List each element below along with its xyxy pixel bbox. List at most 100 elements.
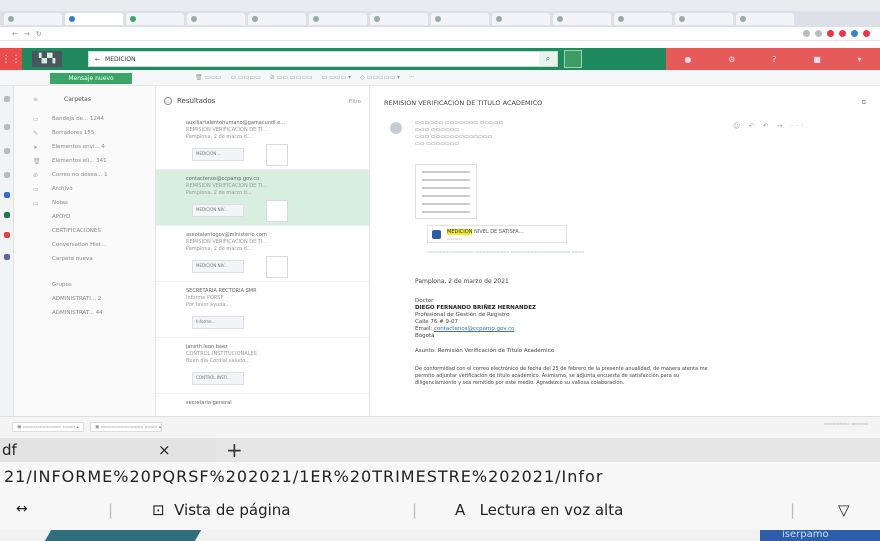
- reload-icon[interactable]: ↻: [36, 30, 42, 38]
- back-icon[interactable]: ←: [12, 30, 18, 38]
- show-all-button[interactable]: ▭▭▭▭▭▭ ▭▭▭▭: [824, 422, 868, 427]
- notifications-icon[interactable]: ■: [813, 55, 821, 64]
- folder-item[interactable]: Elementos eli... 341: [52, 158, 107, 164]
- browser-tab[interactable]: [736, 13, 794, 25]
- tab-favicon-icon: [496, 16, 502, 22]
- page-view-button[interactable]: ⊡ Vista de página: [152, 501, 291, 519]
- downloads-bar: ▣ ▭▭▭▭▭▭▭▭▭ ▭▭▭ ▴ ▣ ▭▭▭▭▭▭▭▭▭▭ ▭▭▭ ▴ ▭▭▭…: [0, 416, 880, 438]
- new-tab-icon[interactable]: +: [226, 438, 243, 462]
- more-button[interactable]: ···: [409, 74, 415, 81]
- message-item[interactable]: secretaria general: [156, 394, 369, 416]
- edge-tab-label: df: [2, 441, 17, 459]
- help-icon[interactable]: ?: [772, 55, 776, 64]
- folder-item[interactable]: ADMINISTRATI... 2: [52, 296, 101, 302]
- folder-item[interactable]: Borradores 155: [52, 130, 94, 136]
- search-icon[interactable]: ⌕: [539, 52, 557, 66]
- message-from: aseotalentogov@ministerio.com: [186, 232, 267, 238]
- attachment-preview-image[interactable]: [415, 164, 477, 219]
- collapse-icon[interactable]: ≡: [33, 96, 38, 103]
- settings-icon[interactable]: ⚙: [728, 55, 735, 64]
- filter-button[interactable]: Filtro: [349, 99, 361, 105]
- archive-button[interactable]: ▭ ▭▭▭▭: [231, 74, 261, 81]
- email-link[interactable]: contactenos@ccpamp.gov.co: [434, 326, 515, 332]
- folder-item[interactable]: Notas: [52, 200, 68, 206]
- browser-tab[interactable]: [492, 13, 550, 25]
- read-aloud-button[interactable]: A Lectura en voz alta: [455, 501, 623, 519]
- edge-tab[interactable]: df ×: [0, 438, 216, 462]
- folder-item[interactable]: ADMINISTRAT... 44: [52, 310, 103, 316]
- profile-icon[interactable]: ▾: [858, 55, 862, 64]
- tab-favicon-icon: [313, 16, 319, 22]
- header-actions: ● ⚙ ? ■ ▾: [666, 48, 880, 70]
- folder-item[interactable]: Correo no desea... 1: [52, 172, 108, 178]
- browser-tab[interactable]: [553, 13, 611, 25]
- app-launcher-icon[interactable]: ⋮⋮: [0, 48, 22, 70]
- message-from: secretaria general: [186, 400, 232, 406]
- message-attachment[interactable]: MEDICION ...: [192, 148, 244, 161]
- message-attachment[interactable]: CONTROL INSTI...: [192, 372, 244, 385]
- calendar-icon[interactable]: [4, 124, 10, 130]
- people-icon[interactable]: [4, 148, 10, 154]
- message-item[interactable]: contactenos@ccpamp.gov.co REMISION VERIFI…: [156, 170, 369, 226]
- attachment-links[interactable]: ▭▭▭▭▭▭▭▭▭▭▭ ▭▭▭▭▭▭▭▭ ▭▭▭▭▭▭▭▭▭▭▭▭▭▭ ▭▭▭: [427, 250, 584, 255]
- folder-item[interactable]: Grupos: [52, 282, 72, 288]
- delete-button[interactable]: 🗑 ▭▭▭: [195, 74, 222, 81]
- message-item[interactable]: auxiliartalentohumano@gamacundi.e... REMI…: [156, 114, 369, 170]
- powerpoint-icon[interactable]: [4, 232, 10, 238]
- message-item[interactable]: janeth leon baez CONTROL INSTITUCIONALES B…: [156, 338, 369, 394]
- select-all-checkbox[interactable]: [164, 97, 172, 105]
- browser-tab[interactable]: [675, 13, 733, 25]
- close-tab-icon[interactable]: ×: [158, 438, 171, 462]
- word-icon[interactable]: [4, 192, 10, 198]
- message-subject: CONTROL INSTITUCIONALES: [186, 351, 257, 357]
- message-attachment[interactable]: MEDICION NIV...: [192, 204, 244, 217]
- folder-item[interactable]: CERTIFICACIONES: [52, 228, 101, 234]
- attachment-name-rest: NIVEL DE SATISFA...: [472, 229, 524, 235]
- app-square-icon[interactable]: [564, 50, 582, 68]
- browser-tab[interactable]: [4, 13, 62, 25]
- browser-address-bar: ← → ↻: [0, 27, 880, 41]
- tasks-icon[interactable]: [4, 172, 10, 178]
- read-aloud-icon: A: [455, 501, 466, 519]
- edge-address-bar[interactable]: 21/INFORME%20PQRSF%202021/1ER%20TRIMESTR…: [0, 462, 880, 492]
- message-attachment[interactable]: MEDICION NIV...: [192, 260, 244, 273]
- message-item[interactable]: SECRETARIA RECTORIA SMR Informe PQRSF Por …: [156, 282, 369, 338]
- teams-icon[interactable]: [4, 254, 10, 260]
- browser-tab[interactable]: [370, 13, 428, 25]
- expand-icon[interactable]: ⧉: [862, 99, 866, 107]
- browser-tab[interactable]: [65, 13, 123, 25]
- folder-item[interactable]: Elementos envi... 4: [52, 144, 105, 150]
- folder-item[interactable]: Carpeta nueva: [52, 256, 93, 262]
- categorize-button[interactable]: ◇ ▭▭▭▭▭ ▾: [360, 74, 400, 81]
- browser-tab[interactable]: [614, 13, 672, 25]
- browser-tab[interactable]: [248, 13, 306, 25]
- browser-tab[interactable]: [126, 13, 184, 25]
- message-attachment[interactable]: Informe...: [192, 316, 244, 329]
- mail-icon[interactable]: [4, 96, 10, 102]
- reply-actions[interactable]: ☺ ↶ ↶ → ···: [733, 122, 806, 130]
- draw-icon[interactable]: ▽: [838, 501, 850, 519]
- download-item[interactable]: ▣ ▭▭▭▭▭▭▭▭▭ ▭▭▭ ▴: [12, 422, 84, 432]
- body-line-3: diligenciamiento y sea remitido por este…: [415, 380, 625, 386]
- browser-tab[interactable]: [431, 13, 489, 25]
- browser-tab[interactable]: [309, 13, 367, 25]
- attachment-card[interactable]: MEDICION NIVEL DE SATISFA... ▭▭▭▭: [427, 225, 567, 243]
- logo: ▚▞▚: [32, 51, 62, 67]
- new-message-button[interactable]: Mensaje nuevo: [50, 73, 132, 84]
- junk-button[interactable]: ⊘ ▭▭ ▭▭▭▭: [270, 74, 313, 81]
- browser-tab[interactable]: [187, 13, 245, 25]
- folder-item[interactable]: Bandeja de... 1244: [52, 116, 104, 122]
- fit-width-icon[interactable]: ↔: [16, 501, 28, 517]
- excel-icon[interactable]: [4, 212, 10, 218]
- skype-icon[interactable]: ●: [684, 55, 691, 64]
- search-input[interactable]: ← MEDICION ⌕: [88, 51, 558, 67]
- message-item[interactable]: aseotalentogov@ministerio.com REMISION VE…: [156, 226, 369, 282]
- folder-item[interactable]: Archivo: [52, 186, 73, 192]
- folder-item[interactable]: APOYO: [52, 214, 71, 220]
- forward-icon[interactable]: →: [24, 30, 30, 38]
- back-arrow-icon[interactable]: ←: [95, 56, 100, 63]
- search-query: MEDICION: [105, 55, 136, 63]
- folder-item[interactable]: Conversation Hist...: [52, 242, 106, 248]
- download-item[interactable]: ▣ ▭▭▭▭▭▭▭▭▭▭ ▭▭▭ ▴: [90, 422, 162, 432]
- move-button[interactable]: ▭ ▭▭▭ ▾: [322, 74, 352, 81]
